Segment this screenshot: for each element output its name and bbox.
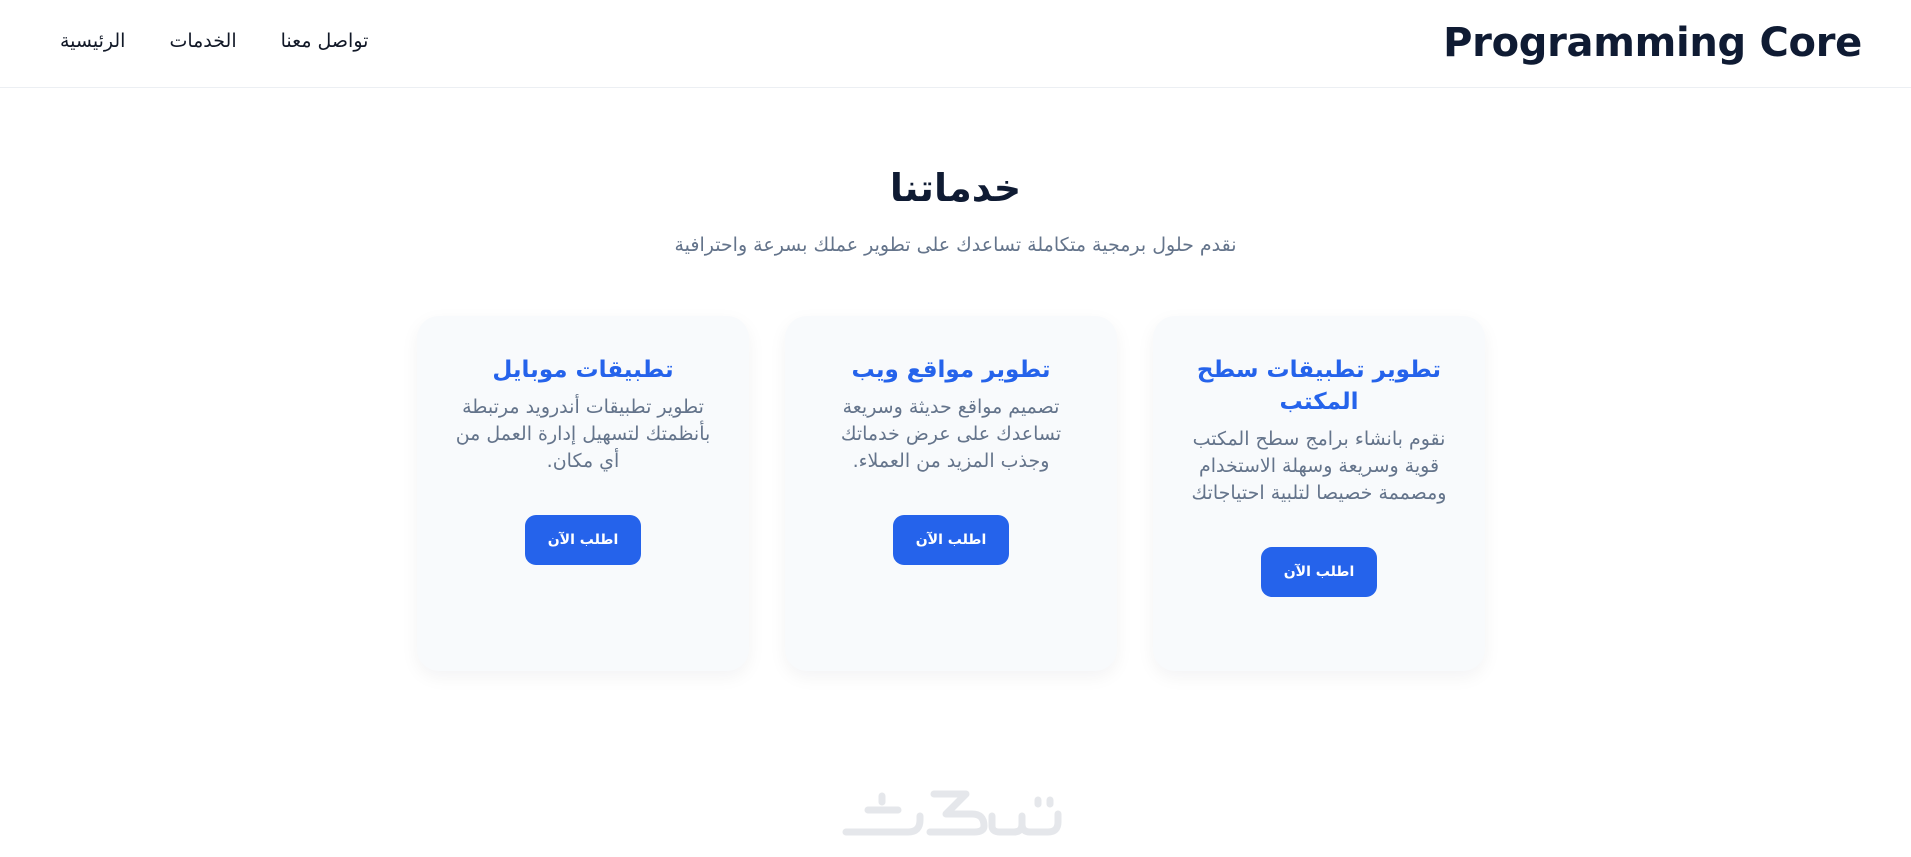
service-card-title: تطوير تطبيقات سطح المكتب	[1196, 357, 1442, 415]
khamsat-watermark-logo	[842, 790, 1062, 836]
services-subheading: نقدم حلول برمجية متكاملة تساعدك على تطوي…	[674, 234, 1237, 256]
service-card-description: نقوم بانشاء برامج سطح المكتب قوية وسريعة…	[1191, 428, 1447, 504]
nav-link-home[interactable]: الرئيسية	[60, 30, 125, 52]
service-card-desktop: تطوير تطبيقات سطح المكتب نقوم بانشاء برا…	[1153, 316, 1485, 671]
order-now-button[interactable]: اطلب الآن	[893, 515, 1009, 565]
service-card-mobile: تطبيقات موبايل تطوير تطبيقات أندرويد مرت…	[417, 316, 749, 671]
service-card-description: تصميم مواقع حديثة وسريعة تساعدك على عرض …	[840, 396, 1062, 472]
order-now-button[interactable]: اطلب الآن	[525, 515, 641, 565]
services-heading: خدماتنا	[889, 166, 1022, 210]
site-header: Programming Core الرئيسية الخدمات تواصل …	[0, 0, 1911, 88]
nav-link-contact[interactable]: تواصل معنا	[281, 30, 369, 52]
service-card-web: تطوير مواقع ويب تصميم مواقع حديثة وسريعة…	[785, 316, 1117, 671]
brand-logo-text[interactable]: Programming Core	[1443, 20, 1862, 66]
main-nav: الرئيسية الخدمات تواصل معنا	[60, 30, 368, 52]
service-card-title: تطوير مواقع ويب	[851, 357, 1051, 383]
service-card-description: تطوير تطبيقات أندرويد مرتبطة بأنظمتك لتس…	[455, 396, 711, 472]
service-card-title: تطبيقات موبايل	[492, 357, 674, 383]
order-now-button[interactable]: اطلب الآن	[1261, 547, 1377, 597]
nav-link-services[interactable]: الخدمات	[169, 30, 236, 52]
